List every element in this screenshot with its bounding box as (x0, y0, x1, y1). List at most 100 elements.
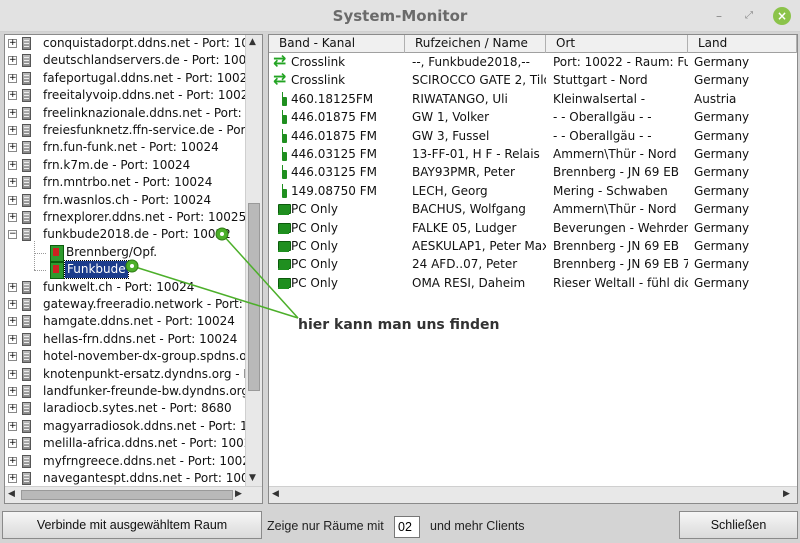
scroll-down-arrow-icon[interactable]: ▼ (249, 473, 256, 483)
server-icon (22, 124, 31, 137)
expand-toggle-icon[interactable]: + (8, 126, 17, 135)
tree-server-label: gateway.freeradio.network - Port: 10024 (43, 297, 245, 311)
client-list-header: Band - Kanal Rufzeichen / Name Ort Land (269, 35, 797, 53)
pc-icon (273, 221, 291, 235)
expand-toggle-icon[interactable]: + (8, 317, 17, 327)
pc-icon (273, 202, 291, 216)
client-location: Rieser Weltall - fühl dich... (553, 275, 688, 290)
expand-toggle-icon[interactable]: + (8, 404, 17, 414)
expand-toggle-icon[interactable]: + (8, 282, 17, 292)
expand-toggle-icon[interactable]: + (8, 456, 17, 466)
crosslink-icon (273, 70, 289, 88)
list-horizontal-scrollbar[interactable]: ◀ ▶ (269, 486, 797, 503)
expand-toggle-icon[interactable]: + (8, 387, 17, 396)
expand-toggle-icon[interactable]: + (8, 334, 17, 344)
expand-toggle-icon[interactable]: + (8, 160, 17, 170)
column-header-name[interactable]: Rufzeichen / Name (405, 35, 546, 53)
tree-server-label: frn.fun-funk.net - Port: 10024 (43, 140, 219, 155)
client-country: Germany (694, 165, 750, 180)
scroll-left-arrow-icon[interactable]: ◀ (8, 489, 15, 499)
expand-toggle-icon[interactable]: + (8, 421, 17, 431)
expand-toggle-icon[interactable]: + (8, 300, 17, 309)
server-icon (22, 298, 31, 311)
server-tree[interactable]: + conquistadorpt.ddns.net - Port: 10025 + d… (4, 34, 263, 504)
radio-icon (273, 128, 289, 143)
client-row[interactable]: 446.03125 FM BAY93PMR, Peter Brennberg - J… (269, 163, 797, 181)
annotation-text: hier kann man uns finden (298, 317, 500, 333)
client-country: Germany (694, 239, 750, 253)
server-icon (22, 280, 31, 294)
close-window-icon[interactable]: × (773, 7, 791, 25)
connect-room-button[interactable]: Verbinde mit ausgewähltem Raum (2, 511, 262, 539)
filter-prefix-label: Zeige nur Räume mit (267, 519, 384, 533)
client-row[interactable]: 446.01875 FM GW 1, Volker - - Oberallgäu -… (269, 108, 797, 126)
column-header-band[interactable]: Band - Kanal (269, 35, 405, 53)
client-row[interactable]: Crosslink SCIROCCO GATE 2, Tilo Stuttgart … (269, 70, 797, 89)
server-icon (22, 106, 31, 120)
expand-toggle-icon[interactable]: + (8, 73, 17, 83)
server-icon (22, 332, 31, 346)
window-title: System-Monitor (332, 7, 468, 25)
expand-toggle-icon[interactable]: + (8, 195, 17, 205)
client-row[interactable]: PC Only 24 AFD..07, Peter Brennberg - JN 6… (269, 255, 797, 273)
server-icon (22, 193, 31, 207)
client-location: Mering - Schwaben (553, 183, 668, 198)
radio-icon (273, 165, 289, 180)
tree-vertical-scroll-thumb[interactable] (248, 203, 260, 391)
expand-toggle-icon[interactable]: + (8, 39, 17, 48)
server-icon (22, 437, 31, 451)
server-icon (22, 350, 31, 364)
client-name: RIWATANGO, Uli (412, 91, 508, 106)
tree-connector-line (34, 252, 46, 254)
expand-toggle-icon[interactable]: + (8, 474, 17, 483)
tree-server-label: freiesfunknetz.ffn-service.de - Port: 10… (43, 123, 245, 137)
expand-toggle-icon[interactable]: + (8, 213, 17, 222)
expand-toggle-icon[interactable]: + (8, 369, 17, 379)
room-icon (48, 262, 64, 280)
expand-toggle-icon[interactable]: + (8, 352, 17, 362)
minimize-icon[interactable]: – (710, 7, 728, 25)
column-header-ort[interactable]: Ort (546, 35, 688, 53)
tree-connector-line (34, 241, 35, 271)
tree-horizontal-scroll-thumb[interactable] (21, 490, 233, 500)
expand-toggle-icon[interactable]: − (8, 230, 17, 240)
min-clients-input[interactable] (394, 516, 420, 538)
expand-toggle-icon[interactable]: + (8, 178, 17, 188)
client-row[interactable]: 446.01875 FM GW 3, Fussel - - Oberallgäu -… (269, 127, 797, 145)
tree-server-label: hellas-frn.ddns.net - Port: 10024 (43, 331, 238, 346)
client-row[interactable]: Crosslink --, Funkbude2018,-- Port: 10022 … (269, 52, 797, 71)
tree-vertical-scrollbar[interactable]: ▲ ▼ (245, 35, 262, 487)
client-row[interactable]: PC Only BACHUS, Wolfgang Ammern\Thür - Nor… (269, 200, 797, 218)
server-icon (22, 454, 31, 468)
client-location: Ammern\Thür - Nord (553, 147, 677, 161)
client-row[interactable]: PC Only AESKULAP1, Peter Max Brennberg - J… (269, 237, 797, 255)
scroll-left-arrow-icon[interactable]: ◀ (272, 489, 279, 499)
tree-server-label: hotel-november-dx-group.spdns.org - Po (43, 349, 245, 364)
tree-server-label: myfrngreece.ddns.net - Port: 10024 (43, 453, 245, 468)
client-row[interactable]: PC Only FALKE 05, Ludger Beverungen - Wehr… (269, 219, 797, 237)
expand-toggle-icon[interactable]: + (8, 439, 17, 449)
client-location: Brennberg - JN 69 EB 7... (553, 257, 688, 272)
radio-icon (273, 91, 289, 106)
tree-server-label: frnexplorer.ddns.net - Port: 10025 (43, 210, 245, 224)
scroll-right-arrow-icon[interactable]: ▶ (235, 489, 242, 499)
tree-server-label: funkwelt.ch - Port: 10024 (43, 279, 195, 294)
maximize-icon[interactable]: ⤢ (740, 7, 758, 25)
tree-horizontal-scrollbar[interactable]: ◀ ▶ (5, 486, 262, 503)
column-header-land[interactable]: Land (688, 35, 797, 53)
client-row[interactable]: 149.08750 FM LECH, Georg Mering - Schwaben… (269, 182, 797, 200)
client-country: Germany (694, 220, 750, 235)
server-icon (22, 211, 31, 224)
scroll-up-arrow-icon[interactable]: ▲ (249, 37, 256, 47)
expand-toggle-icon[interactable]: + (8, 143, 17, 153)
expand-toggle-icon[interactable]: + (8, 56, 17, 66)
scroll-right-arrow-icon[interactable]: ▶ (783, 489, 790, 499)
expand-toggle-icon[interactable]: + (8, 91, 17, 101)
client-list[interactable]: Band - Kanal Rufzeichen / Name Ort Land … (268, 34, 798, 504)
client-row[interactable]: 460.18125FM RIWATANGO, Uli Kleinwalsertal … (269, 90, 797, 108)
close-button[interactable]: Schließen (679, 511, 798, 539)
client-row[interactable]: PC Only OMA RESI, Daheim Rieser Weltall - … (269, 274, 797, 292)
expand-toggle-icon[interactable]: + (8, 108, 17, 118)
client-row[interactable]: 446.03125 FM 13-FF-01, H F - Relais Ammern… (269, 145, 797, 163)
client-name: AESKULAP1, Peter Max (412, 239, 546, 253)
